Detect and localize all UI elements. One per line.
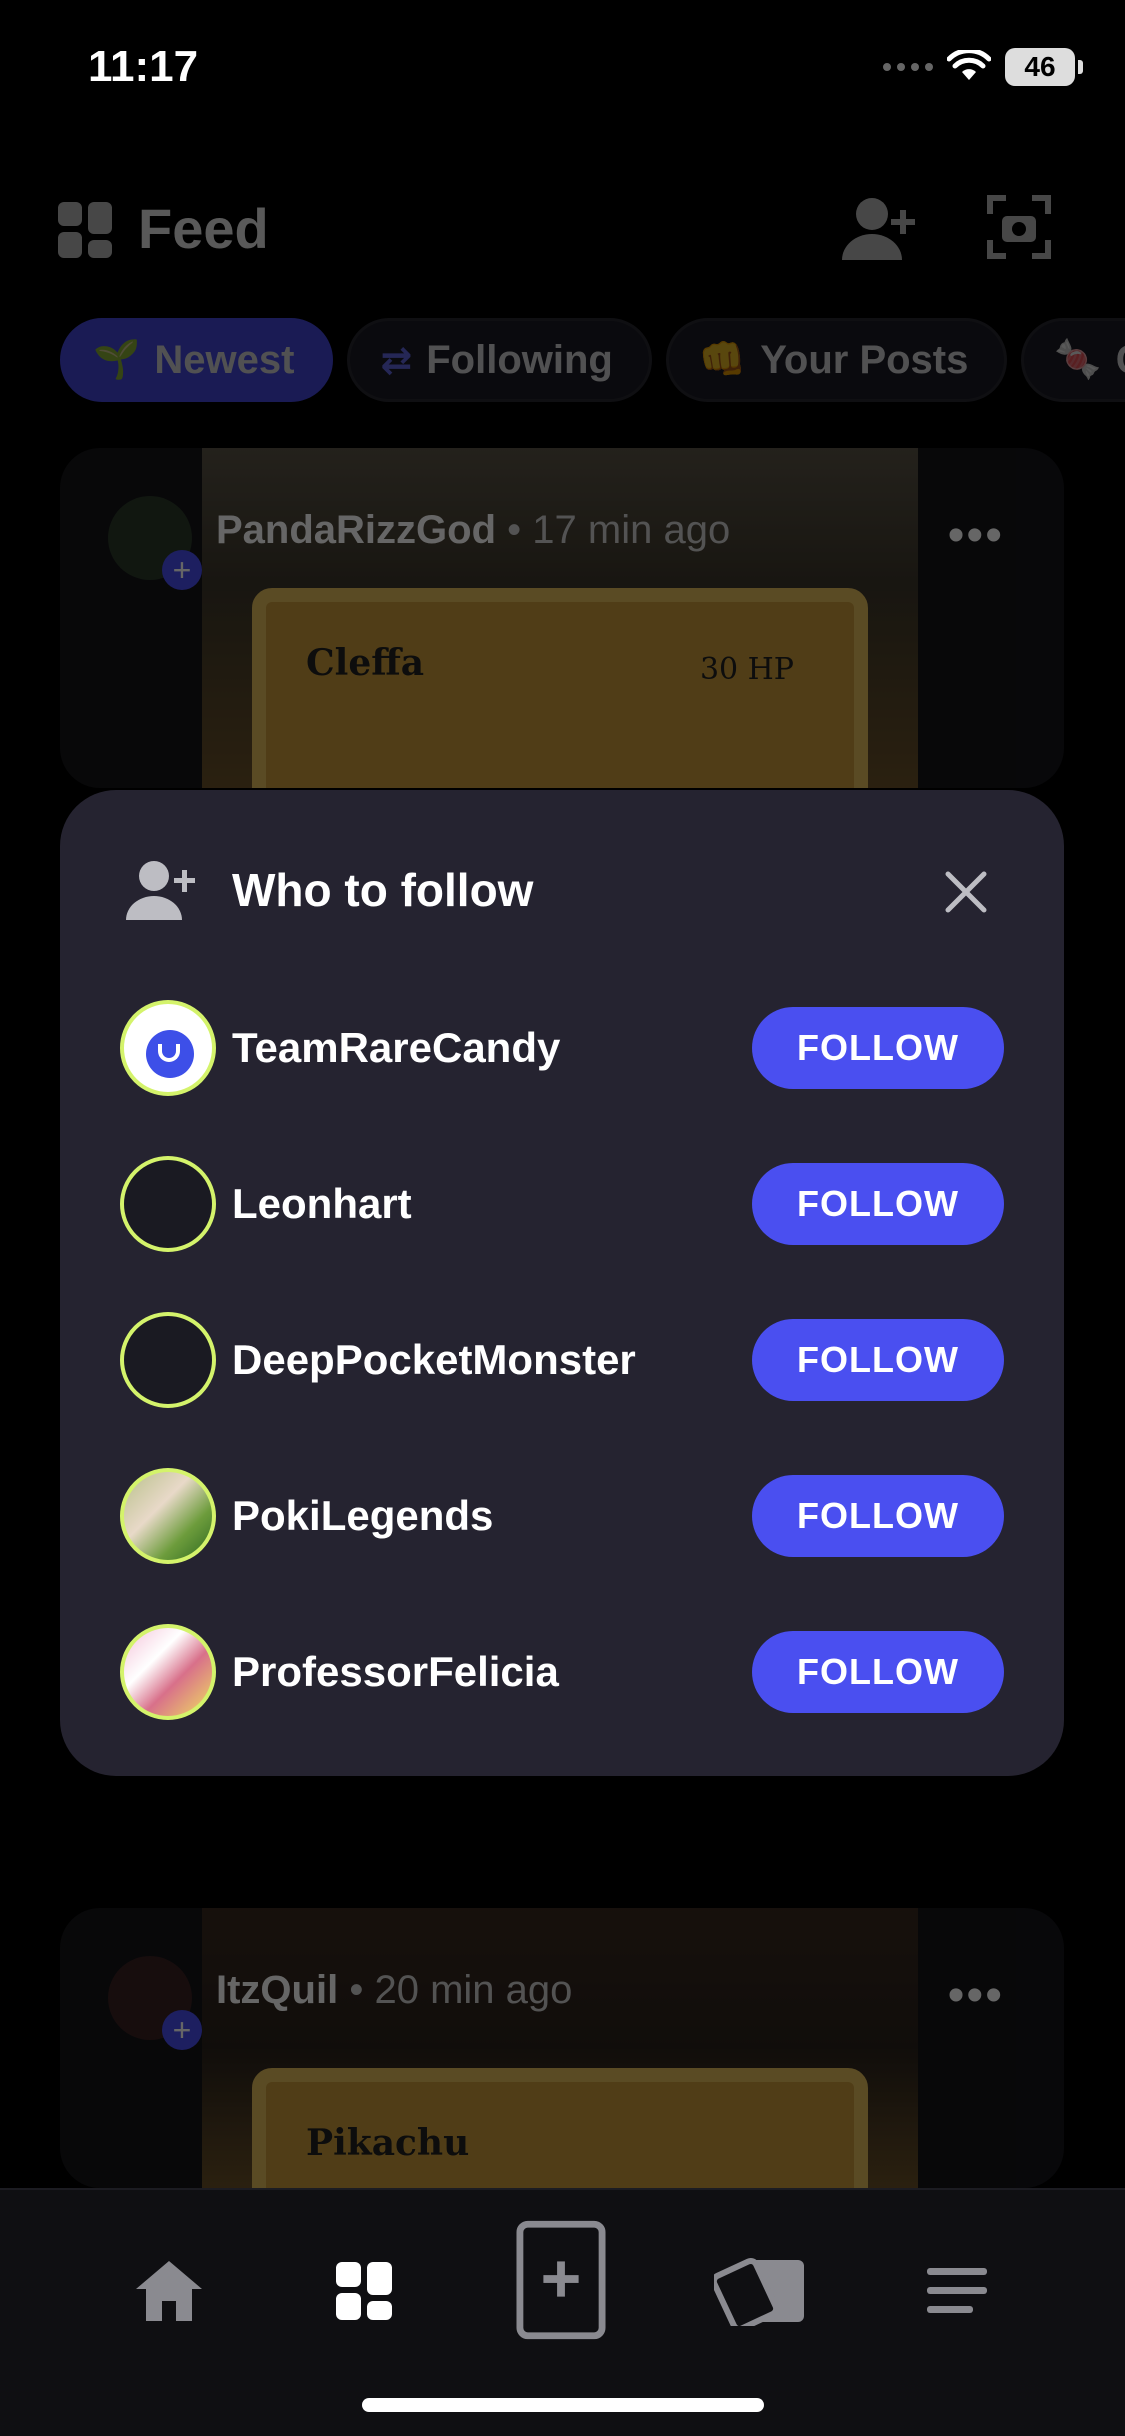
nav-menu[interactable] xyxy=(912,2246,1002,2336)
more-icon[interactable]: ••• xyxy=(948,1968,1004,2023)
follow-button[interactable]: FOLLOW xyxy=(752,1631,1004,1713)
page-title: Feed xyxy=(138,197,269,260)
card-name: Cleffa xyxy=(306,642,425,684)
status-icons: 46 xyxy=(883,48,1083,86)
swap-icon: ⇄ xyxy=(380,339,413,382)
post-image: Cleffa 30 HP xyxy=(202,448,918,788)
trading-card-image: Pikachu xyxy=(252,2068,868,2188)
suggested-user-row: Leonhart FOLLOW xyxy=(120,1154,1004,1254)
home-indicator[interactable] xyxy=(362,2398,764,2412)
plus-icon[interactable]: + xyxy=(162,2010,202,2050)
avatar[interactable] xyxy=(120,1624,216,1720)
menu-icon xyxy=(927,2268,987,2313)
nav-cards[interactable] xyxy=(714,2246,810,2336)
post-card[interactable]: Cleffa 30 HP + PandaRizzGod • 17 min ago… xyxy=(60,448,1064,788)
avatar[interactable] xyxy=(120,1156,216,1252)
nav-home[interactable] xyxy=(124,2246,214,2336)
suggested-user-row: ProfessorFelicia FOLLOW xyxy=(120,1622,1004,1722)
fist-icon: 👊 xyxy=(698,339,747,381)
grid-icon xyxy=(58,202,112,258)
post-meta: PandaRizzGod • 17 min ago xyxy=(216,508,731,552)
card-hp: 30 HP xyxy=(699,652,794,687)
suggested-user-row: PokiLegends FOLLOW xyxy=(120,1466,1004,1566)
status-time: 11:17 xyxy=(88,42,199,91)
wifi-icon xyxy=(947,50,991,80)
trading-card-image: Cleffa 30 HP xyxy=(252,588,868,788)
suggested-user-row: DeepPocketMonster FOLLOW xyxy=(120,1310,1004,1410)
nav-add-card[interactable] xyxy=(516,2218,606,2342)
add-card-icon xyxy=(516,2220,606,2340)
tab-label: Newest xyxy=(154,337,295,382)
tab-label: Ca xyxy=(1116,338,1125,383)
modal-title: Who to follow xyxy=(232,864,534,916)
who-to-follow-modal: Who to follow TeamRareCandy FOLLOW Leonh… xyxy=(60,790,1064,1776)
home-icon xyxy=(136,2261,202,2321)
sprout-icon: 🌱 xyxy=(93,339,141,381)
avatar[interactable] xyxy=(120,1312,216,1408)
filter-tabs: 🌱 Newest ⇄ Following 👊 Your Posts 🍬 Ca xyxy=(60,318,1125,402)
username[interactable]: DeepPocketMonster xyxy=(232,1336,752,1384)
post-username[interactable]: PandaRizzGod xyxy=(216,508,496,552)
tab-label: Following xyxy=(426,337,613,382)
tab-newest[interactable]: 🌱 Newest xyxy=(60,318,334,402)
more-icon[interactable]: ••• xyxy=(948,508,1004,563)
card-name: Pikachu xyxy=(306,2122,470,2164)
add-user-icon[interactable] xyxy=(842,194,920,264)
avatar[interactable]: + xyxy=(108,1956,202,2050)
battery-icon: 46 xyxy=(1005,48,1083,86)
post-time: 17 min ago xyxy=(532,508,731,552)
post-username[interactable]: ItzQuil xyxy=(216,1968,338,2012)
suggested-user-row: TeamRareCandy FOLLOW xyxy=(120,998,1004,1098)
tab-label: Your Posts xyxy=(760,337,969,382)
modal-header: Who to follow xyxy=(126,858,533,922)
post-image: Pikachu xyxy=(202,1908,918,2188)
avatar[interactable] xyxy=(120,1468,216,1564)
cards-icon xyxy=(714,2257,804,2326)
post-meta: ItzQuil • 20 min ago xyxy=(216,1968,573,2012)
username[interactable]: TeamRareCandy xyxy=(232,1024,752,1072)
close-icon[interactable] xyxy=(944,870,988,914)
follow-button[interactable]: FOLLOW xyxy=(752,1319,1004,1401)
username[interactable]: Leonhart xyxy=(232,1180,752,1228)
avatar[interactable] xyxy=(120,1000,216,1096)
add-user-icon xyxy=(126,861,195,920)
username[interactable]: ProfessorFelicia xyxy=(232,1648,752,1696)
tab-following[interactable]: ⇄ Following xyxy=(347,318,652,402)
scan-icon[interactable] xyxy=(986,194,1052,260)
plus-icon[interactable]: + xyxy=(162,550,202,590)
follow-button[interactable]: FOLLOW xyxy=(752,1163,1004,1245)
candy-icon: 🍬 xyxy=(1054,339,1102,381)
post-time: 20 min ago xyxy=(374,1968,573,2012)
follow-button[interactable]: FOLLOW xyxy=(752,1007,1004,1089)
tab-your-posts[interactable]: 👊 Your Posts xyxy=(665,318,1008,402)
post-card[interactable]: Pikachu + ItzQuil • 20 min ago ••• xyxy=(60,1908,1064,2188)
avatar[interactable]: + xyxy=(108,496,202,590)
signal-icon xyxy=(883,63,933,71)
username[interactable]: PokiLegends xyxy=(232,1492,752,1540)
nav-feed[interactable] xyxy=(320,2246,410,2336)
follow-button[interactable]: FOLLOW xyxy=(752,1475,1004,1557)
tab-candy[interactable]: 🍬 Ca xyxy=(1021,318,1125,402)
status-bar: 11:17 46 xyxy=(0,0,1125,130)
feed-icon xyxy=(336,2262,392,2320)
feed-header: Feed xyxy=(0,180,1125,280)
